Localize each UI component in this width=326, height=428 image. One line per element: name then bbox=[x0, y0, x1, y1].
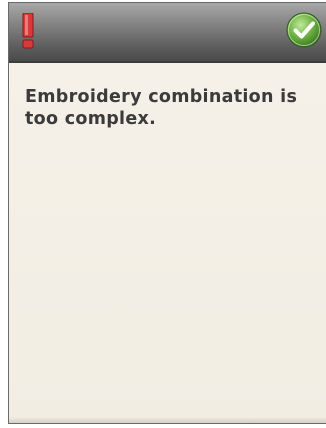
error-dialog: Embroidery combination is too complex. bbox=[8, 2, 326, 424]
dialog-content: Embroidery combination is too complex. bbox=[9, 63, 326, 423]
dialog-titlebar bbox=[9, 3, 326, 63]
bottom-shade bbox=[9, 417, 326, 423]
error-message: Embroidery combination is too complex. bbox=[25, 87, 298, 129]
confirm-button[interactable] bbox=[285, 11, 323, 49]
exclamation-icon bbox=[22, 13, 34, 49]
